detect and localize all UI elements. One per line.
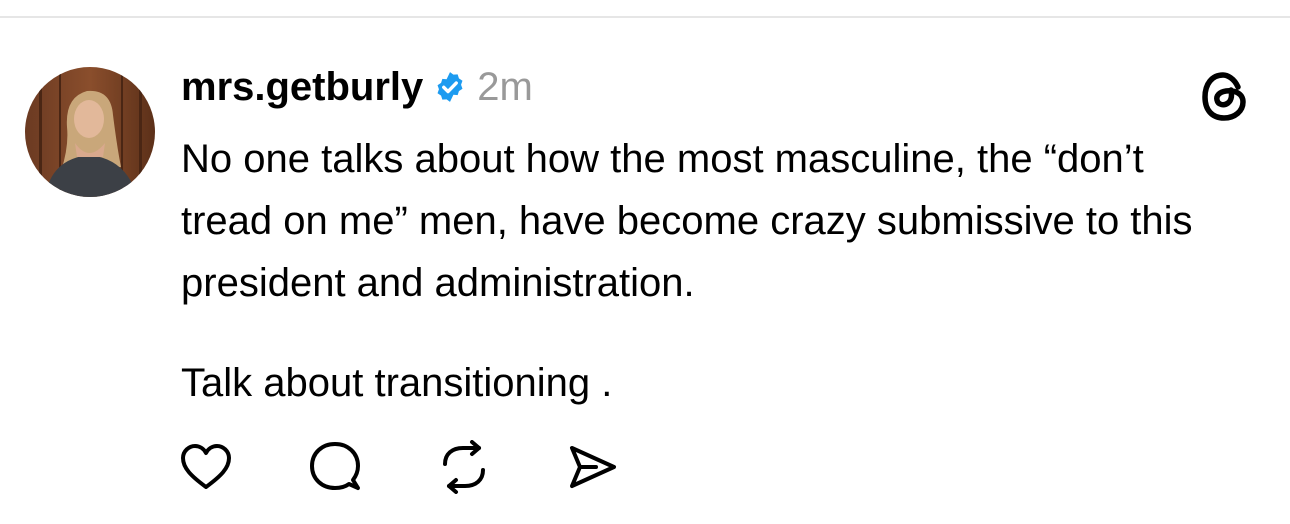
repost-icon[interactable] — [436, 440, 492, 494]
threads-logo-icon[interactable] — [1199, 70, 1251, 122]
top-divider — [0, 16, 1290, 18]
post-body: No one talks about how the most masculin… — [181, 128, 1241, 414]
post-paragraph: No one talks about how the most masculin… — [181, 137, 1193, 305]
username[interactable]: mrs.getburly — [181, 65, 423, 110]
post-header: mrs.getburly 2m — [181, 62, 533, 112]
timestamp: 2m — [477, 64, 533, 109]
comment-icon[interactable] — [307, 440, 363, 494]
avatar[interactable] — [25, 67, 155, 197]
heart-icon[interactable] — [178, 440, 234, 494]
post-paragraph: Talk about transitioning . — [181, 361, 613, 405]
verified-badge-icon — [433, 69, 469, 105]
action-bar — [178, 440, 621, 494]
share-icon[interactable] — [565, 440, 621, 494]
threads-post: mrs.getburly 2m No one talks about how t… — [0, 0, 1290, 524]
